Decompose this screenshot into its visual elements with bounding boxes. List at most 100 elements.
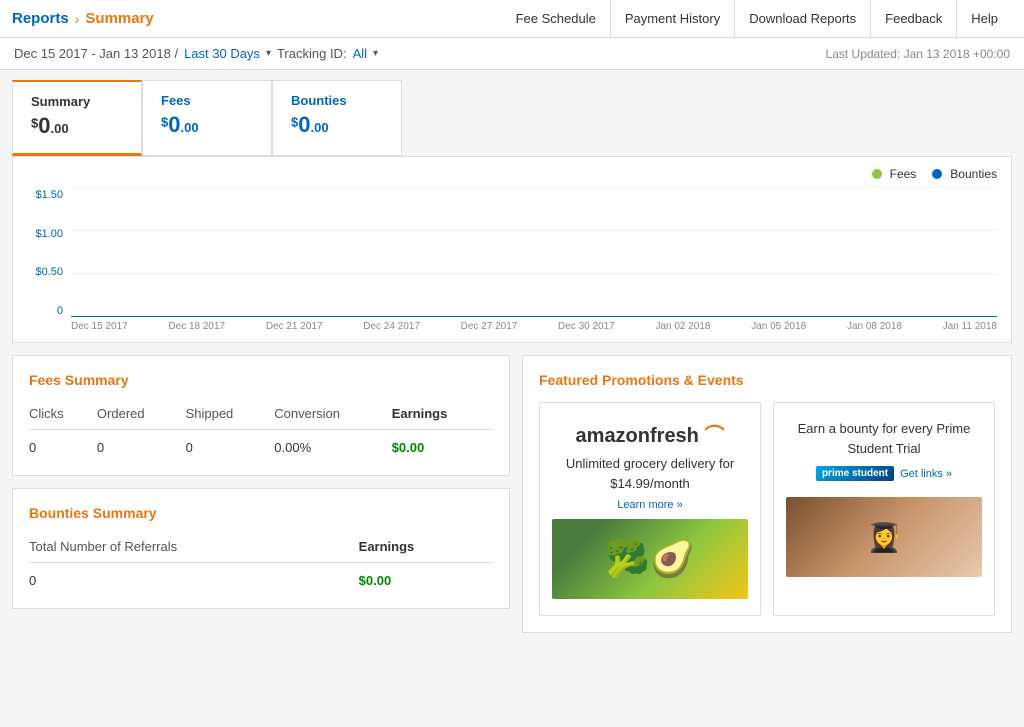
fees-legend-dot <box>872 169 882 179</box>
bounties-earnings-value: $0.00 <box>359 563 493 593</box>
page-title: Summary <box>85 10 153 27</box>
fees-summary-box: Fees Summary Clicks Ordered Shipped Conv… <box>12 355 510 476</box>
amazon-fresh-arrow: ⌒ <box>704 425 724 447</box>
vegetable-emoji: 🥦🥑 <box>605 538 695 580</box>
summary-card-fees[interactable]: Fees $0.00 <box>142 80 272 156</box>
prime-student-badge: prime student Get links » <box>816 466 952 481</box>
date-dropdown-arrow[interactable]: ▾ <box>266 48 271 59</box>
bounties-card-title: Bounties <box>291 93 377 108</box>
summary-card-bounties[interactable]: Bounties $0.00 <box>272 80 402 156</box>
bounties-data-row: 0 $0.00 <box>29 563 493 593</box>
bounties-summary-box: Bounties Summary Total Number of Referra… <box>12 488 510 609</box>
y-axis-labels: $1.50 $1.00 $0.50 0 <box>27 187 63 317</box>
x-label-5: Dec 30 2017 <box>558 321 615 332</box>
prime-student-description: Earn a bounty for every Prime Student Tr… <box>786 419 982 458</box>
summary-card-overall[interactable]: Summary $0.00 <box>12 80 142 156</box>
feedback-button[interactable]: Feedback <box>870 0 956 38</box>
referrals-value: 0 <box>29 563 359 593</box>
breadcrumb-chevron: › <box>75 11 80 27</box>
bottom-left-panel: Fees Summary Clicks Ordered Shipped Conv… <box>12 355 510 633</box>
prime-student-label: prime student <box>816 466 894 481</box>
reports-link[interactable]: Reports <box>12 10 69 27</box>
bounties-card-value: $0.00 <box>291 112 377 138</box>
featured-promotions-panel: Featured Promotions & Events amazonfresh… <box>522 355 1012 633</box>
earnings-value: $0.00 <box>392 430 493 460</box>
date-range-text: Dec 15 2017 - Jan 13 2018 / <box>14 46 178 61</box>
x-label-1: Dec 18 2017 <box>168 321 225 332</box>
y-label-2: $1.00 <box>27 228 63 240</box>
clicks-value: 0 <box>29 430 97 460</box>
earnings-chart: Fees Bounties $1.50 $1.00 $0.50 0 <box>12 156 1012 343</box>
col-clicks: Clicks <box>29 402 97 430</box>
last-30-days-filter[interactable]: Last 30 Days <box>184 46 260 61</box>
amazon-fresh-image: 🥦🥑 <box>552 519 748 599</box>
payment-history-button[interactable]: Payment History <box>610 0 734 38</box>
x-label-2: Dec 21 2017 <box>266 321 323 332</box>
date-filter-bar: Dec 15 2017 - Jan 13 2018 / Last 30 Days… <box>0 38 1024 70</box>
amazon-fresh-logo: amazonfresh ⌒ <box>576 419 725 448</box>
col-referrals: Total Number of Referrals <box>29 535 359 563</box>
bounties-legend-item: Bounties <box>932 167 997 181</box>
tracking-id-label: Tracking ID: <box>277 46 347 61</box>
fees-legend-item: Fees <box>872 167 917 181</box>
x-label-8: Jan 08 2018 <box>847 321 902 332</box>
col-conversion: Conversion <box>274 402 391 430</box>
summary-card-value: $0.00 <box>31 113 117 139</box>
summary-card-title: Summary <box>31 94 117 109</box>
bounties-legend-dot <box>932 169 942 179</box>
bottom-section: Fees Summary Clicks Ordered Shipped Conv… <box>0 343 1024 645</box>
amazon-fresh-description: Unlimited grocery delivery for $14.99/mo… <box>552 454 748 493</box>
featured-box: Featured Promotions & Events amazonfresh… <box>522 355 1012 633</box>
amazon-fresh-text: amazonfresh <box>576 425 699 447</box>
summary-whole: 0 <box>38 113 50 138</box>
last-updated-text: Last Updated: Jan 13 2018 +00:00 <box>826 47 1010 61</box>
amazon-fresh-learn-more[interactable]: Learn more » <box>617 499 682 511</box>
chart-body: $1.50 $1.00 $0.50 0 Dec 15 2017 Dec 18 2… <box>27 187 997 332</box>
help-button[interactable]: Help <box>956 0 1012 38</box>
x-label-0: Dec 15 2017 <box>71 321 128 332</box>
col-ordered: Ordered <box>97 402 186 430</box>
bounties-summary-table: Total Number of Referrals Earnings 0 $0.… <box>29 535 493 592</box>
bounties-legend-label: Bounties <box>950 167 997 181</box>
amazon-fresh-promo[interactable]: amazonfresh ⌒ Unlimited grocery delivery… <box>539 402 761 616</box>
breadcrumb: Reports › Summary <box>12 10 154 27</box>
prime-student-image: 👩‍🎓 <box>786 497 982 577</box>
col-earnings: Earnings <box>392 402 493 430</box>
x-label-3: Dec 24 2017 <box>363 321 420 332</box>
x-label-7: Jan 05 2018 <box>751 321 806 332</box>
fees-decimal: .00 <box>180 120 198 135</box>
summary-cards-row: Summary $0.00 Fees $0.00 Bounties $0.00 <box>0 70 1024 156</box>
shipped-value: 0 <box>186 430 275 460</box>
chart-svg <box>71 187 997 317</box>
chart-plot-area: Dec 15 2017 Dec 18 2017 Dec 21 2017 Dec … <box>71 187 997 332</box>
promo-grid: amazonfresh ⌒ Unlimited grocery delivery… <box>539 402 995 616</box>
bounties-decimal: .00 <box>310 120 328 135</box>
x-axis-labels: Dec 15 2017 Dec 18 2017 Dec 21 2017 Dec … <box>71 321 997 332</box>
top-navigation: Reports › Summary Fee Schedule Payment H… <box>0 0 1024 38</box>
col-bounties-earnings: Earnings <box>359 535 493 563</box>
y-label-4: 0 <box>27 305 63 317</box>
fees-data-row: 0 0 0 0.00% $0.00 <box>29 430 493 460</box>
bounties-whole: 0 <box>298 112 310 137</box>
x-label-4: Dec 27 2017 <box>461 321 518 332</box>
conversion-value: 0.00% <box>274 430 391 460</box>
col-shipped: Shipped <box>186 402 275 430</box>
top-nav-buttons: Fee Schedule Payment History Download Re… <box>502 0 1012 38</box>
tracking-dropdown-arrow[interactable]: ▾ <box>373 48 378 59</box>
prime-student-get-links[interactable]: Get links » <box>900 468 952 480</box>
x-label-6: Jan 02 2018 <box>655 321 710 332</box>
x-label-9: Jan 11 2018 <box>943 321 997 332</box>
prime-student-promo[interactable]: Earn a bounty for every Prime Student Tr… <box>773 402 995 616</box>
date-controls: Dec 15 2017 - Jan 13 2018 / Last 30 Days… <box>14 46 378 61</box>
summary-decimal: .00 <box>50 121 68 136</box>
fee-schedule-button[interactable]: Fee Schedule <box>502 0 610 38</box>
download-reports-button[interactable]: Download Reports <box>734 0 870 38</box>
tracking-id-value[interactable]: All <box>353 46 367 61</box>
featured-title: Featured Promotions & Events <box>539 372 995 388</box>
fees-summary-title: Fees Summary <box>29 372 493 388</box>
y-label-3: $0.50 <box>27 266 63 278</box>
y-label-1: $1.50 <box>27 189 63 201</box>
fees-summary-table: Clicks Ordered Shipped Conversion Earnin… <box>29 402 493 459</box>
fees-legend-label: Fees <box>890 167 917 181</box>
ordered-value: 0 <box>97 430 186 460</box>
